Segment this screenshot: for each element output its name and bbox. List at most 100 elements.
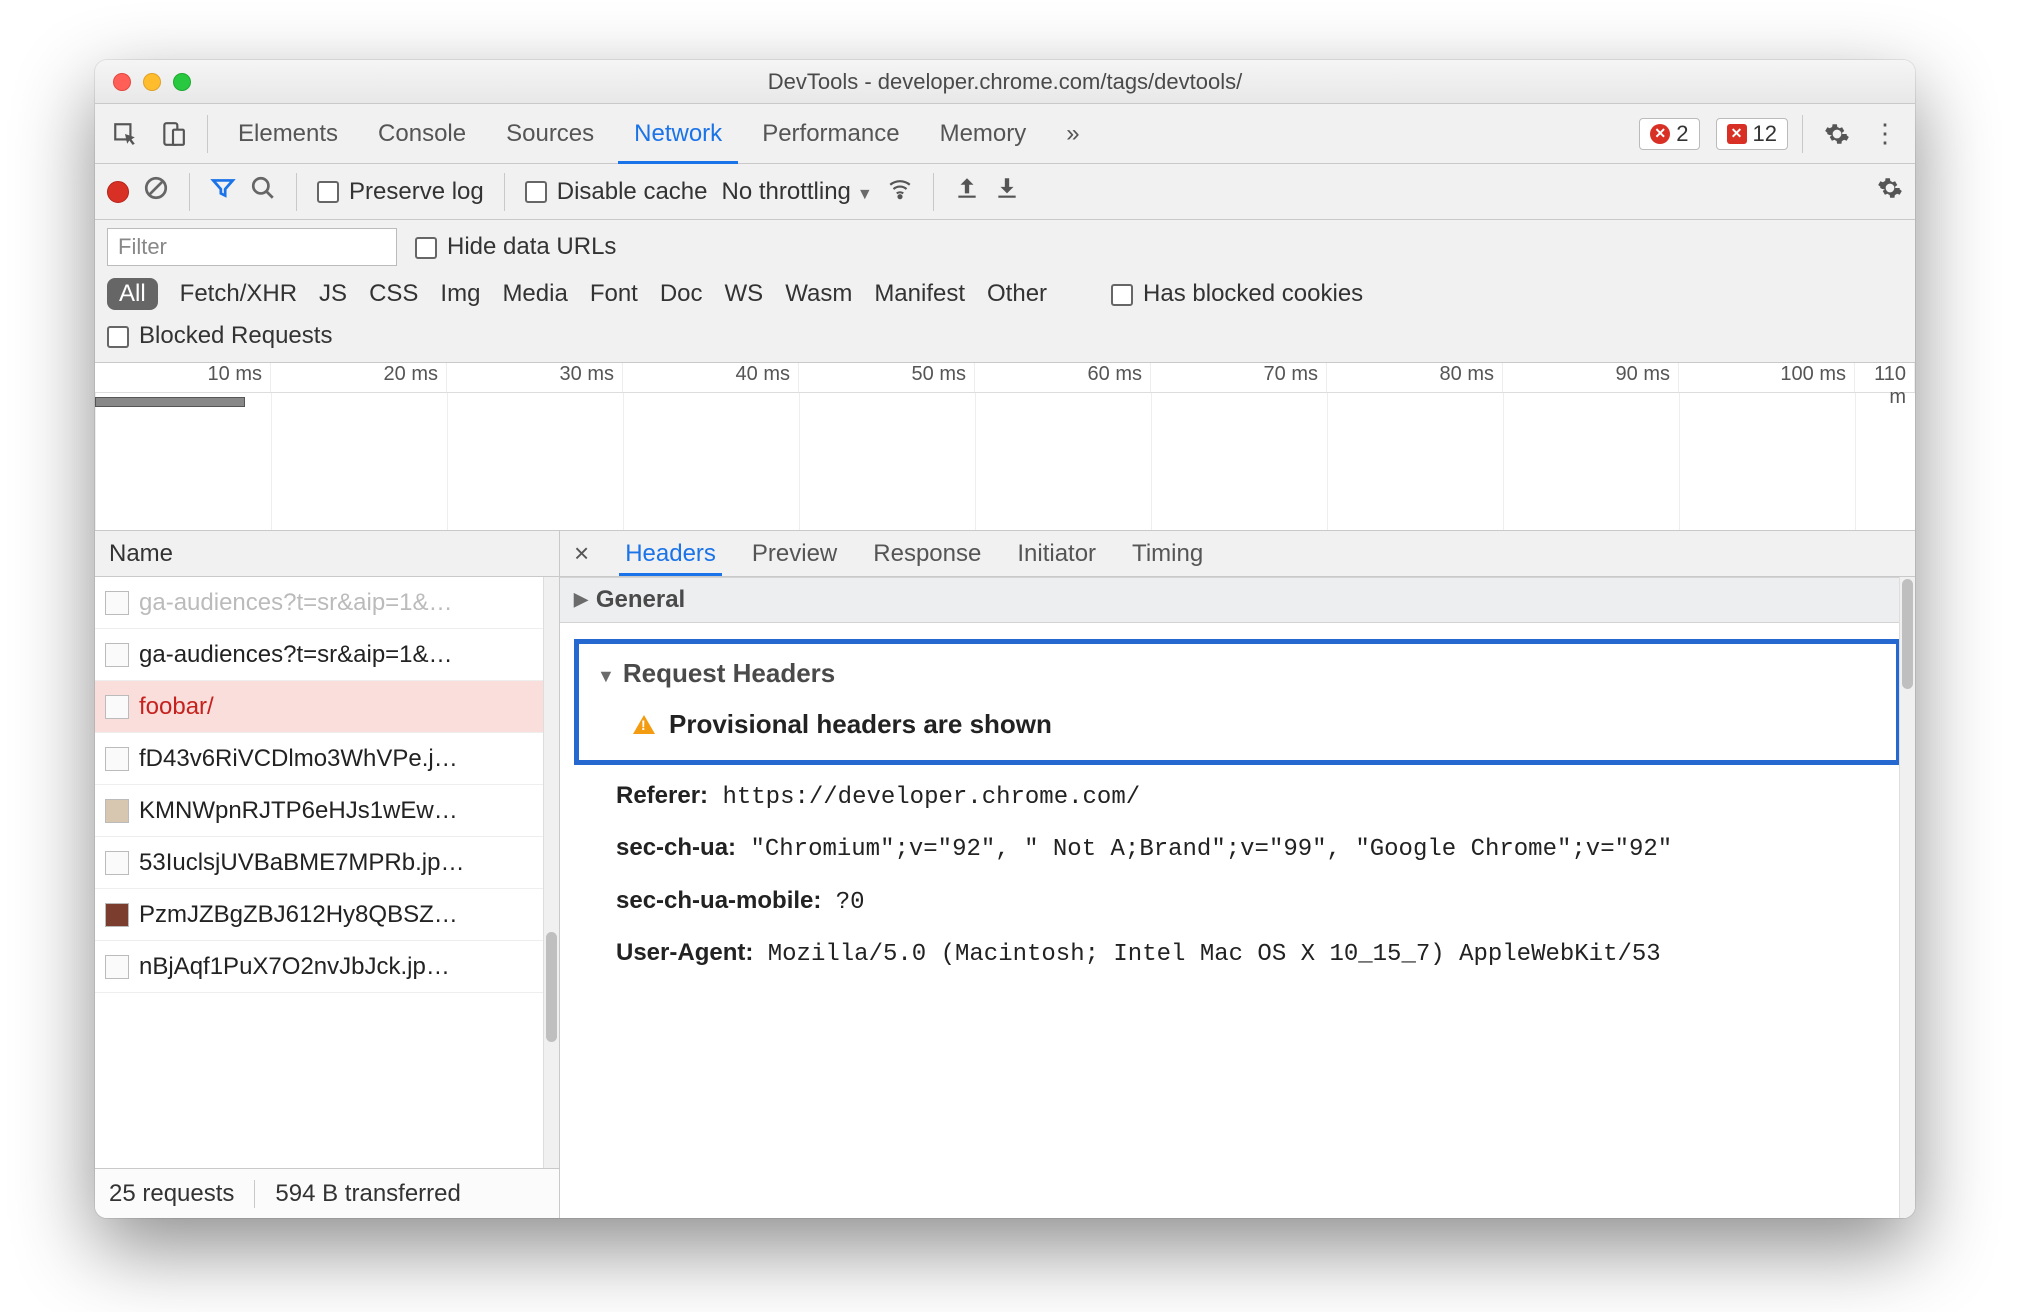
file-icon <box>105 591 129 615</box>
kebab-menu-icon[interactable]: ⋮ <box>1865 114 1905 154</box>
filter-type-css[interactable]: CSS <box>369 280 418 308</box>
header-key: Referer: <box>616 782 708 809</box>
tab-console[interactable]: Console <box>362 104 482 164</box>
scrollbar[interactable] <box>543 577 559 1168</box>
scrollbar-thumb[interactable] <box>1902 579 1913 689</box>
detail-tab-preview[interactable]: Preview <box>746 532 843 576</box>
header-value: ?0 <box>836 889 865 916</box>
header-row: User-Agent: Mozilla/5.0 (Macintosh; Inte… <box>616 934 1885 974</box>
detail-tab-timing[interactable]: Timing <box>1126 532 1209 576</box>
requests-panel: Name ga-audiences?t=sr&aip=1&… ga-audien… <box>95 531 560 1218</box>
section-request-headers[interactable]: ▼Request Headers <box>597 658 1878 689</box>
record-button[interactable] <box>107 181 129 203</box>
tab-elements[interactable]: Elements <box>222 104 354 164</box>
detail-tab-headers[interactable]: Headers <box>619 532 722 576</box>
filter-type-ws[interactable]: WS <box>725 280 764 308</box>
header-row: Referer: https://developer.chrome.com/ <box>616 777 1885 817</box>
close-detail-button[interactable]: × <box>568 538 595 569</box>
request-row[interactable]: PzmJZBgZBJ612Hy8QBSZ… <box>95 889 559 941</box>
timeline-overview[interactable]: 10 ms 20 ms 30 ms 40 ms 50 ms 60 ms 70 m… <box>95 363 1915 531</box>
device-toolbar-icon[interactable] <box>153 114 193 154</box>
warning-icon <box>633 715 655 734</box>
request-row[interactable]: KMNWpnRJTP6eHJs1wEw… <box>95 785 559 837</box>
collapse-arrow-icon: ▶ <box>574 589 588 610</box>
header-row: sec-ch-ua: "Chromium";v="92", " Not A;Br… <box>616 829 1885 869</box>
inspect-element-icon[interactable] <box>105 114 145 154</box>
divider <box>296 173 297 211</box>
timeline-ticks: 10 ms 20 ms 30 ms 40 ms 50 ms 60 ms 70 m… <box>95 363 1915 393</box>
request-row[interactable]: 53IuclsjUVBaBME7MPRb.jp… <box>95 837 559 889</box>
detail-body: ▶General ▼Request Headers Provisional he… <box>560 577 1915 1218</box>
filter-type-js[interactable]: JS <box>319 280 347 308</box>
filter-toggle-icon[interactable] <box>210 175 236 208</box>
network-toolbar: Preserve log Disable cache No throttling… <box>95 164 1915 220</box>
request-row-selected[interactable]: foobar/ <box>95 681 559 733</box>
header-key: sec-ch-ua-mobile: <box>616 887 821 914</box>
tick: 10 ms <box>95 363 271 392</box>
requests-list[interactable]: ga-audiences?t=sr&aip=1&… ga-audiences?t… <box>95 577 559 1168</box>
request-headers-list: Referer: https://developer.chrome.com/ s… <box>560 765 1915 975</box>
clear-button[interactable] <box>143 175 169 208</box>
tick: 60 ms <box>975 363 1151 392</box>
error-icon: ✕ <box>1650 124 1670 144</box>
filter-type-all[interactable]: All <box>107 278 158 310</box>
header-key: User-Agent: <box>616 939 753 966</box>
issue-badge[interactable]: ✕ 12 <box>1716 118 1788 150</box>
filter-type-other[interactable]: Other <box>987 280 1047 308</box>
divider <box>504 173 505 211</box>
timeline-request-bar <box>95 397 245 407</box>
divider <box>1802 115 1803 153</box>
filter-type-fetchxhr[interactable]: Fetch/XHR <box>180 280 297 308</box>
tab-memory[interactable]: Memory <box>924 104 1043 164</box>
tab-overflow[interactable]: » <box>1050 104 1095 164</box>
error-count: 2 <box>1676 121 1688 147</box>
upload-har-icon[interactable] <box>954 175 980 208</box>
hide-data-urls-checkbox[interactable]: Hide data URLs <box>415 233 616 261</box>
file-icon <box>105 643 129 667</box>
file-icon <box>105 747 129 771</box>
request-row[interactable]: fD43v6RiVCDlmo3WhVPe.j… <box>95 733 559 785</box>
resource-type-filters: All Fetch/XHR JS CSS Img Media Font Doc … <box>107 278 1903 310</box>
tab-sources[interactable]: Sources <box>490 104 610 164</box>
filter-type-wasm[interactable]: Wasm <box>785 280 852 308</box>
tab-performance[interactable]: Performance <box>746 104 915 164</box>
filter-type-img[interactable]: Img <box>440 280 480 308</box>
disable-cache-checkbox[interactable]: Disable cache <box>525 178 708 206</box>
section-general[interactable]: ▶General <box>560 577 1915 623</box>
file-icon <box>105 955 129 979</box>
tab-network[interactable]: Network <box>618 104 738 164</box>
blocked-requests-checkbox[interactable]: Blocked Requests <box>107 322 332 350</box>
throttling-select[interactable]: No throttling▼ <box>721 178 872 206</box>
request-row[interactable]: ga-audiences?t=sr&aip=1&… <box>95 629 559 681</box>
preserve-log-checkbox[interactable]: Preserve log <box>317 178 484 206</box>
filter-type-doc[interactable]: Doc <box>660 280 703 308</box>
network-main-split: Name ga-audiences?t=sr&aip=1&… ga-audien… <box>95 531 1915 1218</box>
detail-tab-response[interactable]: Response <box>867 532 987 576</box>
tick: 30 ms <box>447 363 623 392</box>
has-blocked-cookies-checkbox[interactable]: Has blocked cookies <box>1111 280 1363 308</box>
download-har-icon[interactable] <box>994 175 1020 208</box>
detail-tab-initiator[interactable]: Initiator <box>1011 532 1102 576</box>
network-conditions-icon[interactable] <box>887 175 913 208</box>
header-row: sec-ch-ua-mobile: ?0 <box>616 882 1885 922</box>
requests-column-header[interactable]: Name <box>95 531 559 577</box>
filter-type-manifest[interactable]: Manifest <box>874 280 965 308</box>
settings-icon[interactable] <box>1817 114 1857 154</box>
timeline-body[interactable] <box>95 393 1915 531</box>
network-settings-icon[interactable] <box>1877 175 1903 208</box>
divider <box>254 1180 255 1208</box>
request-row[interactable]: nBjAqf1PuX7O2nvJbJck.jp… <box>95 941 559 993</box>
scrollbar-thumb[interactable] <box>546 932 557 1042</box>
request-row[interactable]: ga-audiences?t=sr&aip=1&… <box>95 577 559 629</box>
scrollbar[interactable] <box>1899 577 1915 1218</box>
search-icon[interactable] <box>250 175 276 208</box>
status-transferred: 594 B transferred <box>275 1180 460 1208</box>
tick: 90 ms <box>1503 363 1679 392</box>
filter-type-font[interactable]: Font <box>590 280 638 308</box>
chevron-down-icon: ▼ <box>857 186 873 203</box>
issue-count: 12 <box>1753 121 1777 147</box>
file-icon <box>105 695 129 719</box>
error-badge[interactable]: ✕ 2 <box>1639 118 1699 150</box>
filter-type-media[interactable]: Media <box>502 280 567 308</box>
filter-input[interactable]: Filter <box>107 228 397 266</box>
